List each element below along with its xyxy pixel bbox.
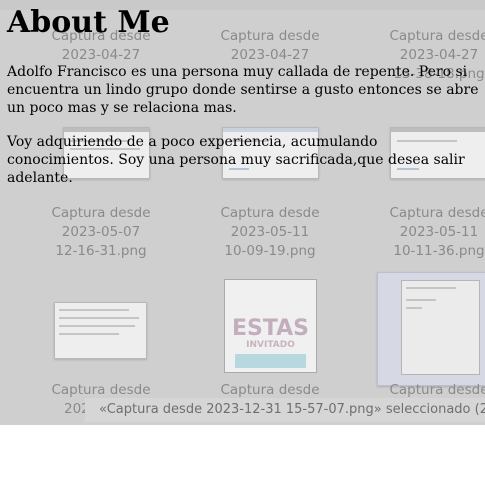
file-item-4-caption[interactable]: Captura desde 2023-05-07 12-16-31.png: [36, 204, 166, 261]
ebook-subtitle-text: INVITADO: [246, 340, 295, 350]
about-paragraph-1: Adolfo Francisco es una persona muy call…: [7, 64, 479, 116]
page-background: [0, 425, 485, 497]
about-title: About Me: [7, 5, 170, 40]
selection-status-text: «Captura desde 2023-12-31 15-57-07.png» …: [99, 402, 485, 417]
ebook-title-text: ESTAS: [231, 316, 310, 341]
file-item-5-caption[interactable]: Captura desde 2023-05-11 10-09-19.png: [205, 204, 335, 261]
file-thumbnail-7[interactable]: [54, 302, 147, 359]
file-thumbnail-9[interactable]: [377, 272, 485, 386]
file-item-2-caption[interactable]: Captura desde 2023-04-27: [205, 27, 335, 65]
about-paragraph-2: Voy adquiriendo de a poco experiencia, a…: [7, 134, 465, 186]
selection-status-bar: «Captura desde 2023-12-31 15-57-07.png» …: [85, 398, 485, 422]
file-item-6-caption[interactable]: Captura desde 2023-05-11 10-11-36.png: [374, 204, 485, 261]
file-thumbnail-8[interactable]: ESTAS INVITADO: [224, 279, 317, 373]
